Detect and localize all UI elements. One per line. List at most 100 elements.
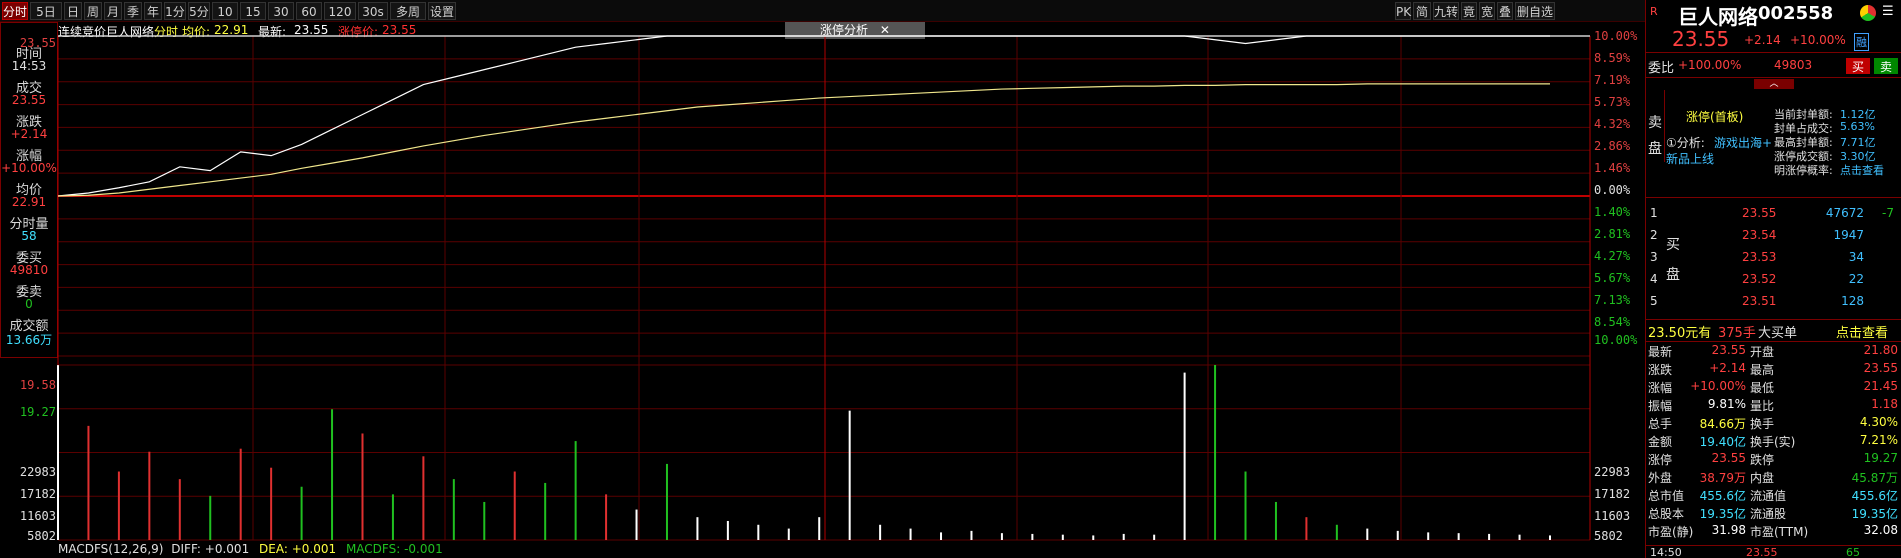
buy-button[interactable]: 买	[1846, 58, 1870, 74]
percent-tick: 10.00%	[1594, 29, 1638, 43]
period-tab-13[interactable]: 120分	[324, 2, 356, 37]
limit-value: 23.55	[382, 23, 417, 37]
limit-stat-value[interactable]: 点击查看	[1840, 162, 1884, 178]
volume-tick: 5802	[27, 529, 56, 543]
percent-tick: 4.27%	[1594, 249, 1631, 263]
period-tab-4[interactable]: 月	[104, 2, 122, 20]
sell-side-label: 卖盘	[1648, 115, 1662, 157]
quote-price: 23.55	[1672, 27, 1730, 51]
percent-tick: 2.86%	[1594, 139, 1631, 153]
stat-value: 19.35亿	[1699, 507, 1746, 521]
volume-bar	[1000, 533, 1003, 540]
quote-stock-code: 002558	[1758, 3, 1834, 24]
percent-tick: 1.46%	[1594, 161, 1631, 175]
volume-bar	[787, 528, 790, 540]
last-label: 最新:	[258, 25, 287, 39]
volume-tick: 22983	[19, 465, 56, 479]
stat-value: 1.18	[1871, 397, 1898, 411]
volume-bar	[1335, 524, 1338, 540]
bid-change: -7	[1882, 206, 1894, 220]
big-order-price: 23.50元有	[1648, 326, 1712, 341]
analysis-tag-2[interactable]: 新品上线	[1666, 150, 1714, 167]
volume-bar	[818, 517, 821, 540]
percent-tick: 0.00%	[1594, 183, 1631, 197]
period-tab-8[interactable]: 5分	[188, 2, 210, 20]
macd-diff: DIFF: +0.001	[171, 542, 250, 556]
period-tab-15[interactable]: 多周期	[390, 2, 426, 37]
big-order-label: 大买单	[1758, 326, 1798, 341]
toolbar-right-button-4[interactable]: 宽	[1479, 2, 1495, 20]
bid-price: 23.52	[1742, 272, 1777, 286]
period-tab-11[interactable]: 30分	[268, 2, 294, 37]
stat-label: 换手(实)	[1750, 435, 1796, 449]
stat-value: 21.80	[1863, 343, 1898, 357]
last-value: 23.55	[294, 23, 329, 37]
period-tab-0[interactable]: 分时	[2, 2, 28, 20]
toolbar-right-button-5[interactable]: 叠	[1497, 2, 1513, 20]
volume-bar	[726, 520, 729, 540]
volume-bar	[605, 494, 608, 540]
period-tab-3[interactable]: 周	[84, 2, 102, 20]
toolbar-right-button-3[interactable]: 竟	[1461, 2, 1477, 20]
margin-tag: 融	[1854, 33, 1869, 51]
volume-bar	[1122, 533, 1125, 540]
avg-value: 22.91	[11, 195, 47, 209]
limit-label: 涨停价:	[338, 25, 379, 39]
close-icon[interactable]: ✕	[880, 23, 890, 37]
stat-label: 流通股	[1750, 507, 1787, 521]
period-tab-10[interactable]: 15分	[240, 2, 266, 37]
sell-button[interactable]: 卖	[1874, 58, 1898, 74]
toolbar-right-button-1[interactable]: 简	[1413, 2, 1431, 20]
buy-side-label: 买盘	[1666, 237, 1680, 283]
percent-tick: 7.13%	[1594, 293, 1631, 307]
volume-tick: 5802	[1594, 529, 1623, 543]
volume-bar	[1396, 530, 1399, 540]
bid-level: 4	[1650, 272, 1658, 286]
footer-time: 14:50	[1650, 546, 1682, 558]
period-tab-2[interactable]: 日	[64, 2, 82, 20]
amount-value: 13.66万	[5, 333, 53, 347]
percent-tick: 1.40%	[1594, 205, 1631, 219]
limit-title: 涨停(首板)	[1686, 110, 1744, 124]
volume-bar	[1092, 535, 1095, 540]
percent-tick: 4.32%	[1594, 117, 1631, 131]
bid-price: 23.53	[1742, 250, 1777, 264]
toolbar-right-button-0[interactable]: PK	[1395, 2, 1411, 20]
volume-bar	[1274, 501, 1277, 540]
period-tab-9[interactable]: 10分	[212, 2, 238, 37]
limit-analysis-tab[interactable]: 涨停分析 ✕	[785, 22, 925, 39]
ask-value: 0	[25, 297, 33, 311]
volume-bar	[300, 486, 303, 540]
menu-icon[interactable]: ☰	[1882, 4, 1894, 19]
volume-bar	[422, 456, 425, 540]
avg-label: 均价:	[182, 25, 211, 39]
collapse-icon[interactable]: ︿	[1754, 79, 1794, 89]
period-tab-5[interactable]: 季	[124, 2, 142, 20]
avg-value: 22.91	[214, 23, 249, 37]
toolbar-right-button-2[interactable]: 九转	[1433, 2, 1459, 20]
big-order-link[interactable]: 点击查看	[1836, 322, 1888, 341]
period-tab-7[interactable]: 1分	[164, 2, 186, 20]
volume-bar	[270, 467, 273, 540]
bid-volume: 22	[1848, 272, 1864, 286]
analysis-tag-1[interactable]: 游戏出海+	[1714, 134, 1772, 151]
period-tab-12[interactable]: 60分	[296, 2, 322, 37]
volume-bar	[696, 517, 699, 540]
chart-style-icon[interactable]	[1860, 5, 1876, 21]
period-tab-16[interactable]: 设置	[428, 2, 456, 20]
volume-bar	[940, 532, 943, 540]
stat-label: 开盘	[1750, 345, 1775, 359]
bid-level: 5	[1650, 294, 1658, 308]
percent-tick: 2.81%	[1594, 227, 1631, 241]
toolbar-right-button-6[interactable]: 删自选	[1515, 2, 1555, 20]
price-axis-low-2: 19.27	[19, 405, 56, 419]
volume-tick: 22983	[1594, 465, 1631, 479]
stat-value: +2.14	[1709, 361, 1746, 375]
period-tab-6[interactable]: 年	[144, 2, 162, 20]
period-tab-14[interactable]: 30s	[358, 2, 388, 20]
period-tab-1[interactable]: 5日	[30, 2, 62, 20]
volume-bar	[848, 410, 851, 540]
change-value: +2.14	[10, 127, 48, 141]
stat-value: 455.6亿	[1699, 489, 1746, 503]
volume-bar	[483, 501, 486, 540]
